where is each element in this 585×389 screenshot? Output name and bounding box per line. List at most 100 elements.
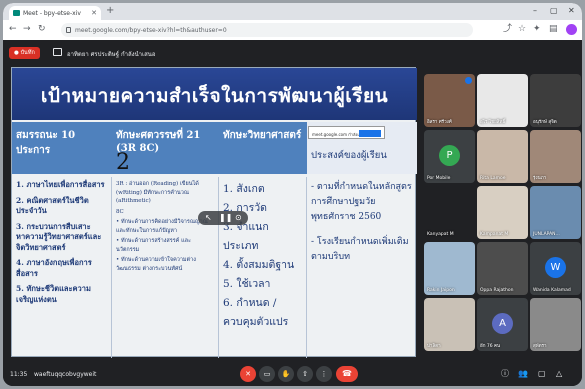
profile-avatar[interactable] xyxy=(566,24,577,35)
browser-toolbar: ← → ↻ meet.google.com/bpy-etse-xiv?hl=th… xyxy=(3,20,582,40)
list-item: 4. ภาษาอังกฤษเพื่อการสื่อสาร xyxy=(16,258,92,278)
list-item: 5. ทักษะชีวิตและความเจริญแห่งตน xyxy=(16,284,91,304)
camera-icon[interactable]: ▭ xyxy=(259,366,275,382)
list-item: • ทักษะด้านความเข้าใจความต่างวัฒนธรรม ต่… xyxy=(116,257,196,272)
participant-tile[interactable]: Kanyapat M xyxy=(424,186,475,239)
participant-name: Kanyapat M xyxy=(427,232,454,237)
participant-name: JUNLAPAN... xyxy=(533,232,560,237)
share-icon[interactable]: ⤴ xyxy=(503,25,512,34)
participant-name: สุพัตรา xyxy=(533,344,547,349)
list-item: - โรงเรียนกำหนดเพิ่มเติมตามบริบท xyxy=(311,237,409,262)
recording-label: บันทึก xyxy=(20,50,35,56)
list-item: 6. กำหนด / ควบคุมตัวแปร xyxy=(223,297,289,328)
mic-off-icon[interactable]: ✕ xyxy=(240,366,256,382)
list-item: • ทักษะด้านการสร้างสรรค์ และนวัตกรรม xyxy=(116,238,191,253)
slide-number-annotation: 2 xyxy=(116,150,130,175)
presenter-label: อาทิตยา ศรประดิษฐ์ กำลังนำเสนอ xyxy=(67,51,156,58)
participant-name: Rita Lamoe xyxy=(480,176,506,181)
participant-tile[interactable]: อิสรา ศรีวงศ์ xyxy=(424,74,475,127)
participant-tile[interactable]: P Por Mobile xyxy=(424,130,475,183)
participant-name: อุไร ไชยสิทธิ์ xyxy=(480,120,506,125)
pointer-icon[interactable]: ↖ xyxy=(205,213,212,223)
new-tab-icon[interactable]: + xyxy=(106,6,114,16)
meet-favicon-icon xyxy=(13,10,20,16)
participant-name: Por Mobile xyxy=(427,176,451,181)
participant-name: อนุรักษ์ สุจิต xyxy=(533,120,557,125)
participant-tile[interactable]: Kampanat M xyxy=(477,186,528,239)
meet-controls-bar: 11:35 waeftuqqcobvgyweit ✕ ▭ ✋ ⇧ ⋮ ☎ ⓘ 👥… xyxy=(3,362,582,386)
participant-tile[interactable]: Oppa Rajathon xyxy=(477,242,528,295)
list-item: - ตามที่กำหนดในหลักสูตรการศึกษาปฐมวัย พุ… xyxy=(311,182,412,222)
presentation-area: เป้าหมายความสำเร็จในการพัฒนาผู้เรียน สมร… xyxy=(3,65,423,362)
url-text: meet.google.com/bpy-etse-xiv?hl=th&authu… xyxy=(75,27,227,34)
participant-tile[interactable]: Rita Lamoe xyxy=(477,130,528,183)
participant-tile[interactable]: อนุรักษ์ สุจิต xyxy=(530,74,581,127)
chat-icon[interactable]: ▢ xyxy=(538,370,546,378)
participant-tile[interactable]: JUNLAPAN... xyxy=(530,186,581,239)
pause-icon[interactable]: ❚❚ xyxy=(219,213,232,223)
clock: 11:35 xyxy=(10,371,28,378)
science-skills-column: 1. สังเกต 2. การวัด 3. จำแนกประเภท 4. ตั… xyxy=(219,177,307,358)
tab-title: Meet - bpy-etse-xiv xyxy=(23,10,81,17)
tab-strip: Meet - bpy-etse-xiv ✕ + – ▢ ✕ xyxy=(3,3,582,20)
more-options-icon[interactable]: ⋮ xyxy=(316,366,332,382)
people-icon[interactable]: 👥 xyxy=(518,370,528,378)
speaking-icon xyxy=(465,77,472,84)
share-notice-button[interactable] xyxy=(359,130,381,137)
participant-name: รุ่งนภา xyxy=(533,176,547,181)
present-screen-icon xyxy=(53,48,62,56)
participant-name: Oppa Rajathon xyxy=(480,288,514,293)
header-science-skills: ทักษะวิทยาศาสตร์ xyxy=(219,122,307,174)
list-item: 1. ภาษาไทยเพื่อการสื่อสาร xyxy=(16,180,105,189)
extensions-icon[interactable]: ✦ xyxy=(533,25,541,34)
participant-tile[interactable]: อุไร ไชยสิทธิ์ xyxy=(477,74,528,127)
address-bar[interactable]: meet.google.com/bpy-etse-xiv?hl=th&authu… xyxy=(61,23,473,37)
participant-tile[interactable]: รุ่งนภา xyxy=(530,130,581,183)
activities-icon[interactable]: △ xyxy=(556,370,562,378)
participant-tile[interactable]: W Wanida Kalamad xyxy=(530,242,581,295)
participant-tile[interactable]: A อีก 76 คน xyxy=(477,298,528,351)
participant-name: Kampanat M xyxy=(480,232,509,237)
maximize-icon[interactable]: ▢ xyxy=(550,7,558,15)
list-item: 1. สังเกต xyxy=(223,183,265,195)
list-item: 2. คณิตศาสตร์ในชีวิตประจำวัน xyxy=(16,195,89,216)
info-icon[interactable]: ⓘ xyxy=(501,370,509,378)
minimize-icon[interactable]: – xyxy=(533,7,537,15)
slide-title: เป้าหมายความสำเร็จในการพัฒนาผู้เรียน xyxy=(12,68,417,120)
participant-tile[interactable]: ปาลิตา xyxy=(424,298,475,351)
competencies-column: 1. ภาษาไทยเพื่อการสื่อสาร 2. คณิตศาสตร์ใ… xyxy=(12,177,112,358)
header-competencies: สมรรถนะ 10 ประการ xyxy=(12,122,112,174)
meeting-code: waeftuqqcobvgyweit xyxy=(34,371,97,378)
browser-tab[interactable]: Meet - bpy-etse-xiv ✕ xyxy=(9,6,101,20)
list-item: 4. ตั้งสมมติฐาน xyxy=(223,259,295,271)
tab-close-icon[interactable]: ✕ xyxy=(91,9,97,17)
participant-tile[interactable]: สุพัตรา xyxy=(530,298,581,351)
back-icon[interactable]: ← xyxy=(9,25,17,34)
avatar: P xyxy=(439,145,460,166)
reload-icon[interactable]: ↻ xyxy=(38,25,46,34)
end-call-button[interactable]: ☎ xyxy=(336,366,358,382)
star-icon[interactable]: ☆ xyxy=(518,25,526,34)
share-notice-popup: meet.google.com กำลังแชร์หน้าจอ xyxy=(308,126,385,139)
participant-name: อิสรา ศรีวงศ์ xyxy=(427,120,452,125)
learner-goals-column: - ตามที่กำหนดในหลักสูตรการศึกษาปฐมวัย พุ… xyxy=(307,177,417,358)
list-item: 3. กระบวนการสืบเสาะหาความรู้วิทยาศาสตร์แ… xyxy=(16,221,102,252)
avatar: A xyxy=(492,313,513,334)
options-icon[interactable]: ⊙ xyxy=(235,213,242,223)
participant-tile[interactable]: Rakin Jaipon xyxy=(424,242,475,295)
avatar: W xyxy=(545,257,566,278)
forward-icon[interactable]: → xyxy=(23,25,31,34)
presentation-float-toolbar: ↖ ❚❚ ⊙ xyxy=(198,211,248,225)
participant-name: Rakin Jaipon xyxy=(427,288,455,293)
sidepanel-icon[interactable]: ▤ xyxy=(549,25,558,34)
list-item: 5. ใช้เวลา xyxy=(223,278,271,290)
lock-icon xyxy=(66,27,71,33)
present-icon[interactable]: ⇧ xyxy=(297,366,313,382)
shared-slide: เป้าหมายความสำเร็จในการพัฒนาผู้เรียน สมร… xyxy=(11,67,417,358)
skills-column: 3R : อ่านออก (Reading) เขียนได้ (wRiting… xyxy=(112,177,219,358)
raise-hand-icon[interactable]: ✋ xyxy=(278,366,294,382)
window-close-icon[interactable]: ✕ xyxy=(568,7,575,15)
participant-name: อีก 76 คน xyxy=(480,344,501,349)
meet-header: ● บันทึก อาทิตยา ศรประดิษฐ์ กำลังนำเสนอ xyxy=(3,40,582,65)
participant-name: Wanida Kalamad xyxy=(533,288,571,293)
